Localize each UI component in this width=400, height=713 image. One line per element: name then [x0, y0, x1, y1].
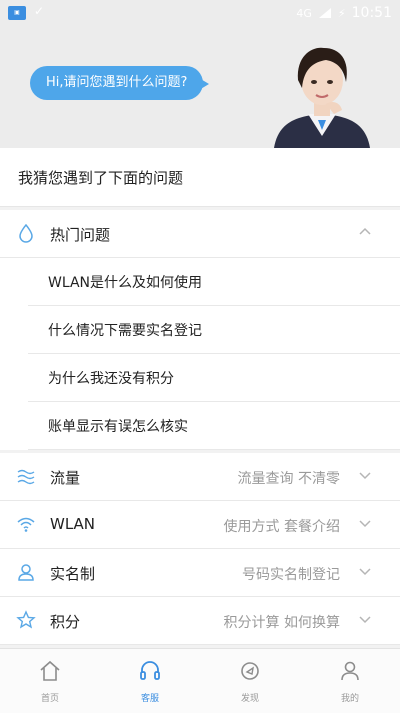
discover-icon: [241, 662, 259, 680]
category-title: 积分: [50, 613, 81, 631]
service-agent-avatar: [274, 47, 370, 148]
tab-label: 客服: [140, 694, 159, 704]
hot-question-item[interactable]: 什么情况下需要实名登记: [28, 306, 400, 354]
hot-question-text: 为什么我还没有积分: [48, 371, 174, 387]
category-traffic[interactable]: 流量 流量查询 不清零: [0, 453, 400, 501]
guess-section-title: 我猜您遇到了下面的问题: [0, 148, 400, 207]
question-list: 热门问题 WLAN是什么及如何使用 什么情况下需要实名登记 为什么我还没有积分 …: [0, 210, 400, 645]
hot-question-text: 账单显示有误怎么核实: [48, 419, 188, 435]
waves-icon: [17, 469, 35, 485]
category-title: 实名制: [50, 565, 96, 583]
tab-service[interactable]: 客服: [100, 649, 200, 713]
category-desc: 流量查询 不清零: [237, 471, 340, 487]
category-wlan[interactable]: WLAN 使用方式 套餐介绍: [0, 501, 400, 549]
category-points[interactable]: 积分 积分计算 如何换算: [0, 597, 400, 645]
guess-title-text: 我猜您遇到了下面的问题: [18, 169, 184, 187]
chevron-down-icon: [359, 520, 371, 528]
category-title: 流量: [50, 469, 81, 487]
clock: 10:51: [351, 5, 392, 21]
hot-question-text: WLAN是什么及如何使用: [48, 275, 203, 291]
hot-question-item[interactable]: 账单显示有误怎么核实: [28, 402, 400, 450]
status-bar: ▣ ✓ 4G ⚡ 10:51: [0, 0, 400, 28]
drop-icon: [19, 223, 33, 243]
chevron-up-icon: [359, 227, 371, 235]
profile-icon: [341, 661, 359, 681]
wifi-icon: [17, 517, 35, 532]
greeting-bubble: Hi,请问您遇到什么问题?: [30, 66, 210, 100]
hot-question-item[interactable]: 为什么我还没有积分: [28, 354, 400, 402]
chevron-down-icon: [359, 568, 371, 576]
tab-discover[interactable]: 发现: [200, 649, 300, 713]
category-desc: 号码实名制登记: [242, 567, 340, 583]
battery-icon: ⚡: [337, 6, 346, 20]
tab-profile[interactable]: 我的: [300, 649, 400, 713]
category-title: WLAN: [50, 515, 96, 533]
person-icon: [18, 564, 34, 581]
chevron-down-icon: [359, 616, 371, 624]
hot-questions-title: 热门问题: [50, 226, 111, 244]
headset-icon: [140, 661, 160, 680]
hot-question-item[interactable]: WLAN是什么及如何使用: [28, 258, 400, 306]
category-desc: 积分计算 如何换算: [223, 615, 340, 631]
app-icon: ▣: [8, 6, 26, 20]
home-icon: [40, 660, 60, 681]
category-real-name[interactable]: 实名制 号码实名制登记: [0, 549, 400, 597]
hot-questions-header[interactable]: 热门问题: [0, 210, 400, 258]
hero-banner: ▣ ✓ 4G ⚡ 10:51 Hi,请问您遇到什么问题?: [0, 0, 400, 148]
network-label: 4G: [296, 6, 312, 20]
tab-home[interactable]: 首页: [0, 649, 100, 713]
tab-label: 发现: [240, 694, 259, 704]
tab-label: 首页: [40, 694, 59, 704]
chevron-down-icon: [359, 472, 371, 480]
check-icon: ✓: [34, 4, 45, 18]
signal-icon: [318, 8, 331, 18]
tab-label: 我的: [340, 694, 359, 704]
bottom-tab-bar: 首页 客服 发现 我的: [0, 648, 400, 713]
hot-questions-list: WLAN是什么及如何使用 什么情况下需要实名登记 为什么我还没有积分 账单显示有…: [0, 258, 400, 450]
hot-question-text: 什么情况下需要实名登记: [48, 323, 202, 339]
star-icon: [16, 610, 36, 629]
category-desc: 使用方式 套餐介绍: [223, 519, 340, 535]
